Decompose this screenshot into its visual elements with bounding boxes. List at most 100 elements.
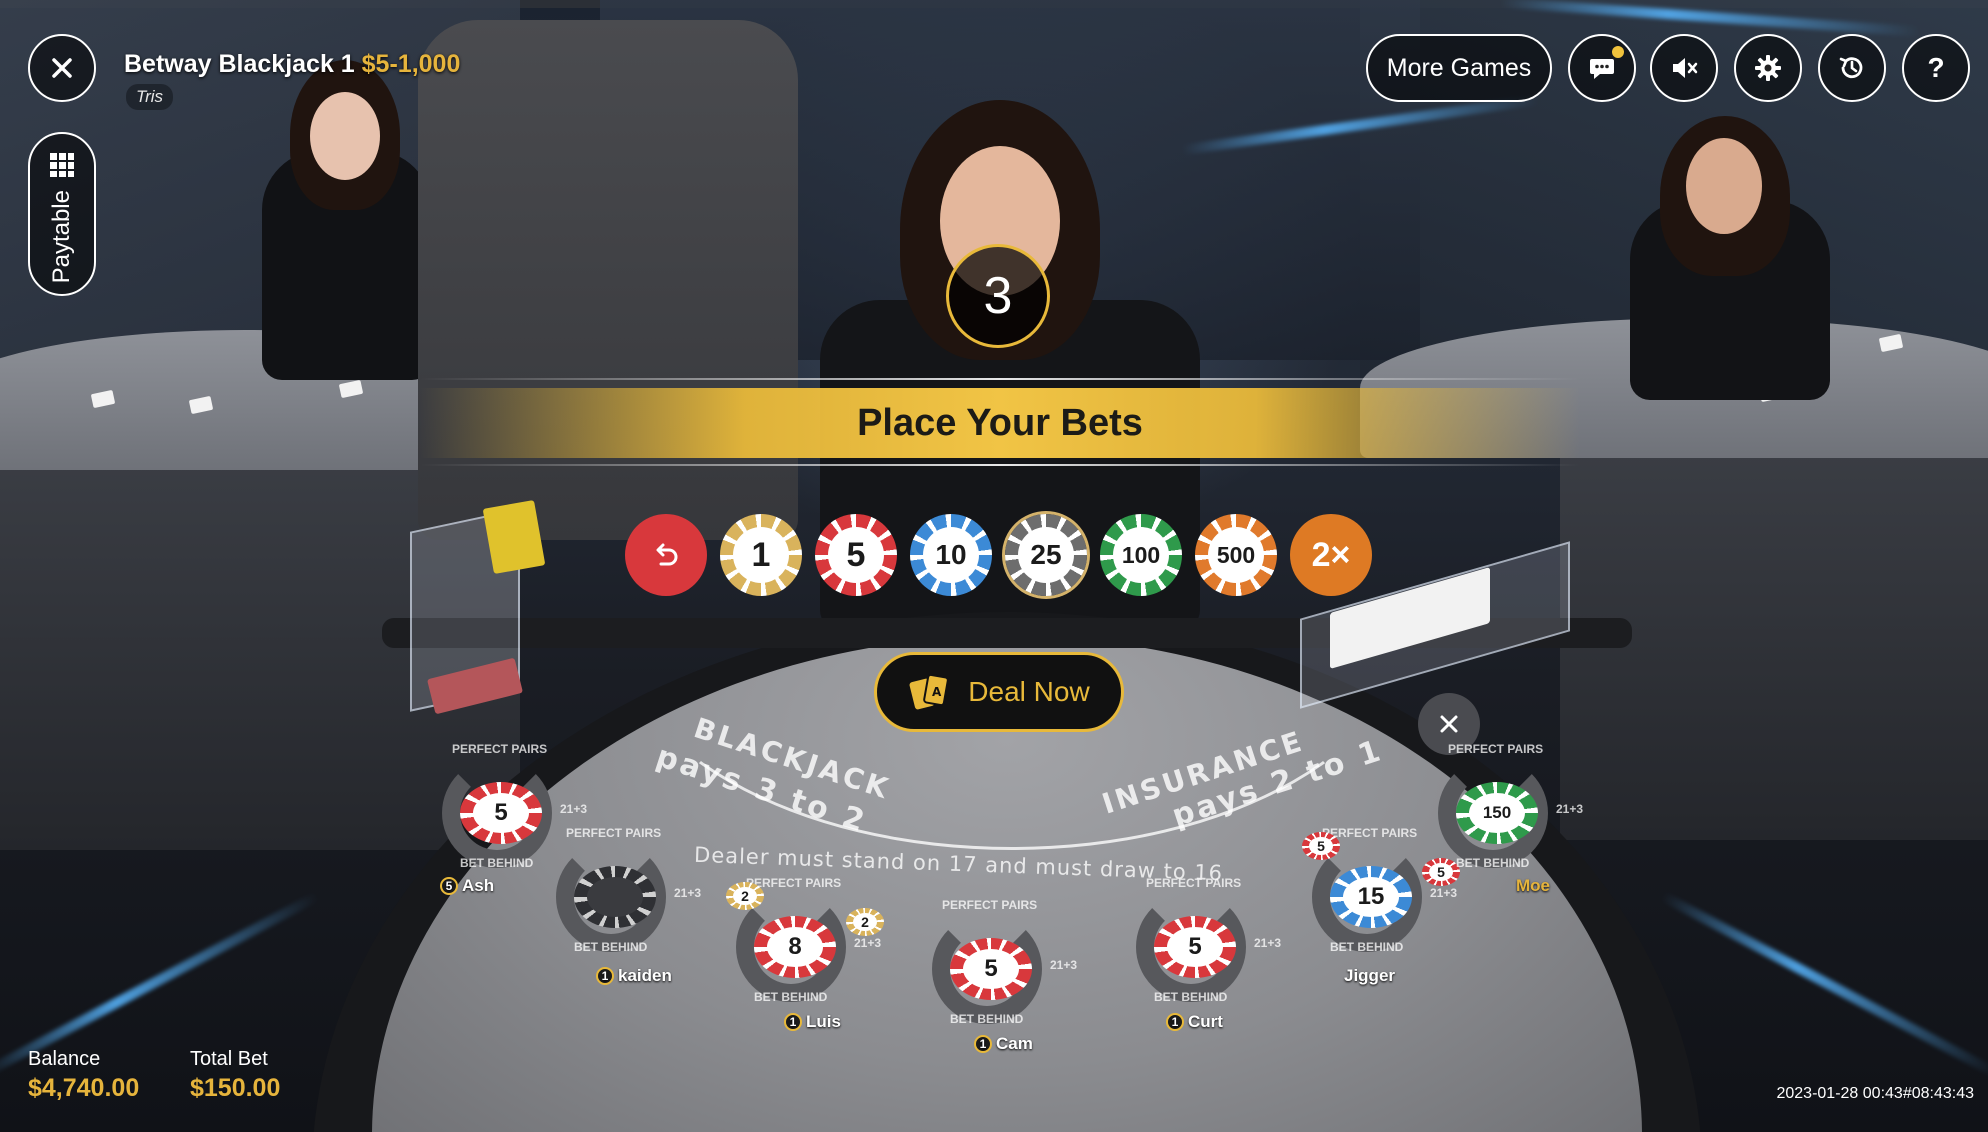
seat-bet-value: 5 [963, 949, 1019, 989]
game-timestamp: 2023-01-28 00:43#08:43:43 [1776, 1085, 1974, 1102]
seat-count-badge: 1 [784, 1013, 802, 1031]
seat-count-badge: 5 [440, 877, 458, 895]
mute-button[interactable] [1650, 34, 1718, 102]
dealer-left-face [310, 92, 380, 180]
banner-top-line [420, 378, 1580, 380]
player-name-text: Ash [462, 876, 495, 895]
player-name-text: Luis [806, 1012, 841, 1031]
double-bet-button[interactable]: 2× [1290, 514, 1372, 596]
side-bet-21-3-label[interactable]: 21+3 [1050, 958, 1077, 972]
seat-count-badge: 1 [596, 967, 614, 985]
chat-notification-dot [1612, 46, 1624, 58]
history-button[interactable] [1818, 34, 1886, 102]
more-games-button[interactable]: More Games [1366, 34, 1552, 102]
dealer-right-face [1686, 138, 1762, 234]
player-name-text: Moe [1516, 876, 1550, 895]
seat-bet-value [587, 877, 643, 917]
balance-label: Balance [28, 1048, 101, 1070]
side-bet-21-3-label[interactable]: 21+3 [1430, 886, 1457, 900]
chat-button[interactable] [1568, 34, 1636, 102]
seat-bet-chip[interactable] [574, 866, 656, 928]
side-bet-value: 2 [853, 913, 877, 931]
seat-bet-chip[interactable]: 5 [460, 782, 542, 844]
seat-bet-chip[interactable]: 15 [1330, 866, 1412, 928]
help-button[interactable]: ? [1902, 34, 1970, 102]
chip-100[interactable]: 100 [1100, 514, 1182, 596]
chip-500[interactable]: 500 [1195, 514, 1277, 596]
side-bet-chip[interactable]: 2 [846, 908, 884, 936]
bet-limits: $5-1,000 [361, 50, 461, 78]
chip-value: 25 [1018, 527, 1074, 583]
chip-5[interactable]: 5 [815, 514, 897, 596]
side-bet-chip[interactable]: 5 [1422, 858, 1460, 886]
side-bet-21-3-label[interactable]: 21+3 [560, 802, 587, 816]
seat-bet-chip[interactable]: 5 [1154, 916, 1236, 978]
chip-value: 10 [923, 527, 979, 583]
close-game-button[interactable] [28, 34, 96, 102]
svg-text:A: A [932, 685, 942, 699]
chip-value: 5 [828, 527, 884, 583]
seat-bet-value: 8 [767, 927, 823, 967]
place-bets-banner: Place Your Bets [420, 388, 1580, 458]
player-name-text: kaiden [618, 966, 672, 985]
seat-player-name: 1 kaiden [596, 966, 672, 986]
table-name: Betway Blackjack 1 [124, 50, 355, 78]
perfect-pairs-label: PERFECT PAIRS [942, 898, 1038, 912]
side-bet-value: 5 [1309, 837, 1333, 855]
side-bet-21-3-label[interactable]: 21+3 [854, 936, 881, 950]
seat-count-badge: 1 [974, 1035, 992, 1053]
bet-behind-label[interactable]: BET BEHIND [1456, 856, 1529, 870]
seat-player-name: Jigger [1344, 966, 1395, 986]
speaker-muted-icon [1673, 58, 1698, 78]
chip-10[interactable]: 10 [910, 514, 992, 596]
seat-player-name: 1 Cam [974, 1034, 1033, 1054]
bet-behind-label[interactable]: BET BEHIND [574, 940, 647, 954]
side-bet-21-3-label[interactable]: 21+3 [1556, 802, 1583, 816]
croupier-standing [418, 20, 798, 540]
seat-bet-value: 5 [1167, 927, 1223, 967]
seat-bet-chip[interactable]: 5 [950, 938, 1032, 1000]
perfect-pairs-label: PERFECT PAIRS [452, 742, 548, 756]
deal-now-button[interactable]: A Deal Now [874, 652, 1124, 732]
undo-icon [656, 543, 678, 566]
chip-value: 1 [733, 527, 789, 583]
side-bet-21-3-label[interactable]: 21+3 [674, 886, 701, 900]
help-icon: ? [1927, 52, 1945, 83]
side-bet-chip[interactable]: 5 [1302, 832, 1340, 860]
chip-25[interactable]: 25 [1005, 514, 1087, 596]
paytable-button[interactable]: Paytable [28, 132, 96, 296]
history-icon [1839, 57, 1863, 79]
total-bet-label: Total Bet [190, 1048, 268, 1070]
bet-behind-label[interactable]: BET BEHIND [1154, 990, 1227, 1004]
side-bet-chip[interactable]: 2 [726, 882, 764, 910]
seat-count-badge: 1 [1166, 1013, 1184, 1031]
seat-player-name: Moe [1516, 876, 1550, 896]
seat-bet-chip[interactable]: 8 [754, 916, 836, 978]
side-bet-21-3-label[interactable]: 21+3 [1254, 936, 1281, 950]
bet-behind-label[interactable]: BET BEHIND [460, 856, 533, 870]
settings-button[interactable] [1734, 34, 1802, 102]
perfect-pairs-label: PERFECT PAIRS [1448, 742, 1544, 756]
player-name-text: Cam [996, 1034, 1033, 1053]
neon-light-4 [1659, 891, 1988, 1079]
seat-bet-value: 15 [1343, 877, 1399, 917]
undo-button[interactable] [625, 514, 707, 596]
seat-bet-value: 150 [1469, 793, 1525, 833]
table-title: Betway Blackjack 1 $5-1,000 [124, 50, 460, 79]
perfect-pairs-label: PERFECT PAIRS [1146, 876, 1242, 890]
dealer-name: Tris [126, 84, 174, 110]
chip-1[interactable]: 1 [720, 514, 802, 596]
grid-icon [50, 153, 74, 177]
deal-now-label: Deal Now [968, 676, 1090, 707]
seat-player-name: 5 Ash [440, 876, 494, 896]
bet-behind-label[interactable]: BET BEHIND [754, 990, 827, 1004]
seat-bet-chip[interactable]: 150 [1456, 782, 1538, 844]
yellow-cut-card [482, 499, 546, 575]
playing-cards-icon: A [909, 674, 950, 710]
double-label: 2× [1311, 535, 1351, 574]
bet-behind-label[interactable]: BET BEHIND [950, 1012, 1023, 1026]
place-bets-text: Place Your Bets [857, 401, 1143, 444]
chip-value: 100 [1113, 527, 1169, 583]
bet-behind-label[interactable]: BET BEHIND [1330, 940, 1403, 954]
seat-bet-value: 5 [473, 793, 529, 833]
